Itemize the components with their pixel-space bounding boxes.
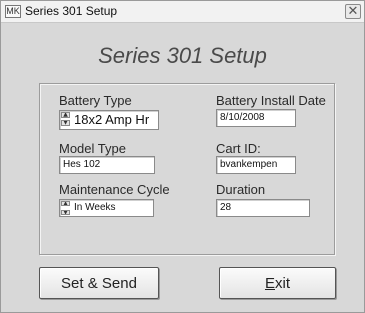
duration-label: Duration [216, 182, 266, 197]
title-bar[interactable]: MK Series 301 Setup ✕ [1, 1, 364, 23]
app-icon: MK [5, 5, 21, 18]
model-type-field[interactable]: Hes 102 [59, 156, 155, 174]
exit-label: xit [275, 274, 290, 292]
window-title: Series 301 Setup [25, 4, 118, 18]
maintenance-cycle-label: Maintenance Cycle [59, 182, 170, 197]
maintenance-cycle-spinner[interactable]: ▲ ▼ In Weeks [59, 199, 154, 217]
battery-install-date-label: Battery Install Date [216, 93, 326, 108]
set-send-button[interactable]: Set & Send [39, 267, 159, 299]
exit-mnemonic: E [264, 274, 275, 292]
battery-type-spinner[interactable]: ▲ ▼ 18x2 Amp Hr [59, 110, 159, 130]
set-send-label: Set & Send [61, 274, 137, 292]
spinner-down-icon[interactable]: ▼ [61, 120, 70, 126]
spinner: ▲ ▼ [61, 201, 71, 215]
cart-id-field[interactable]: bvankempen [216, 156, 296, 174]
close-icon[interactable]: ✕ [345, 4, 361, 19]
page-title: Series 301 Setup [98, 43, 267, 68]
model-type-label: Model Type [59, 141, 126, 156]
cart-id-label: Cart ID: [216, 141, 261, 156]
spinner-down-icon[interactable]: ▼ [61, 210, 70, 215]
spinner-up-icon[interactable]: ▲ [61, 112, 70, 118]
battery-type-value: 18x2 Amp Hr [74, 112, 150, 127]
duration-field[interactable]: 28 [216, 199, 310, 217]
maintenance-cycle-value: In Weeks [74, 202, 116, 213]
spinner: ▲ ▼ [61, 112, 71, 126]
exit-button[interactable]: Exit [219, 267, 336, 299]
setup-window: MK Series 301 Setup ✕ Series 301 Setup B… [0, 0, 365, 313]
battery-type-label: Battery Type [59, 93, 132, 108]
battery-install-date-field[interactable]: 8/10/2008 [216, 109, 296, 127]
spinner-up-icon[interactable]: ▲ [61, 201, 70, 206]
